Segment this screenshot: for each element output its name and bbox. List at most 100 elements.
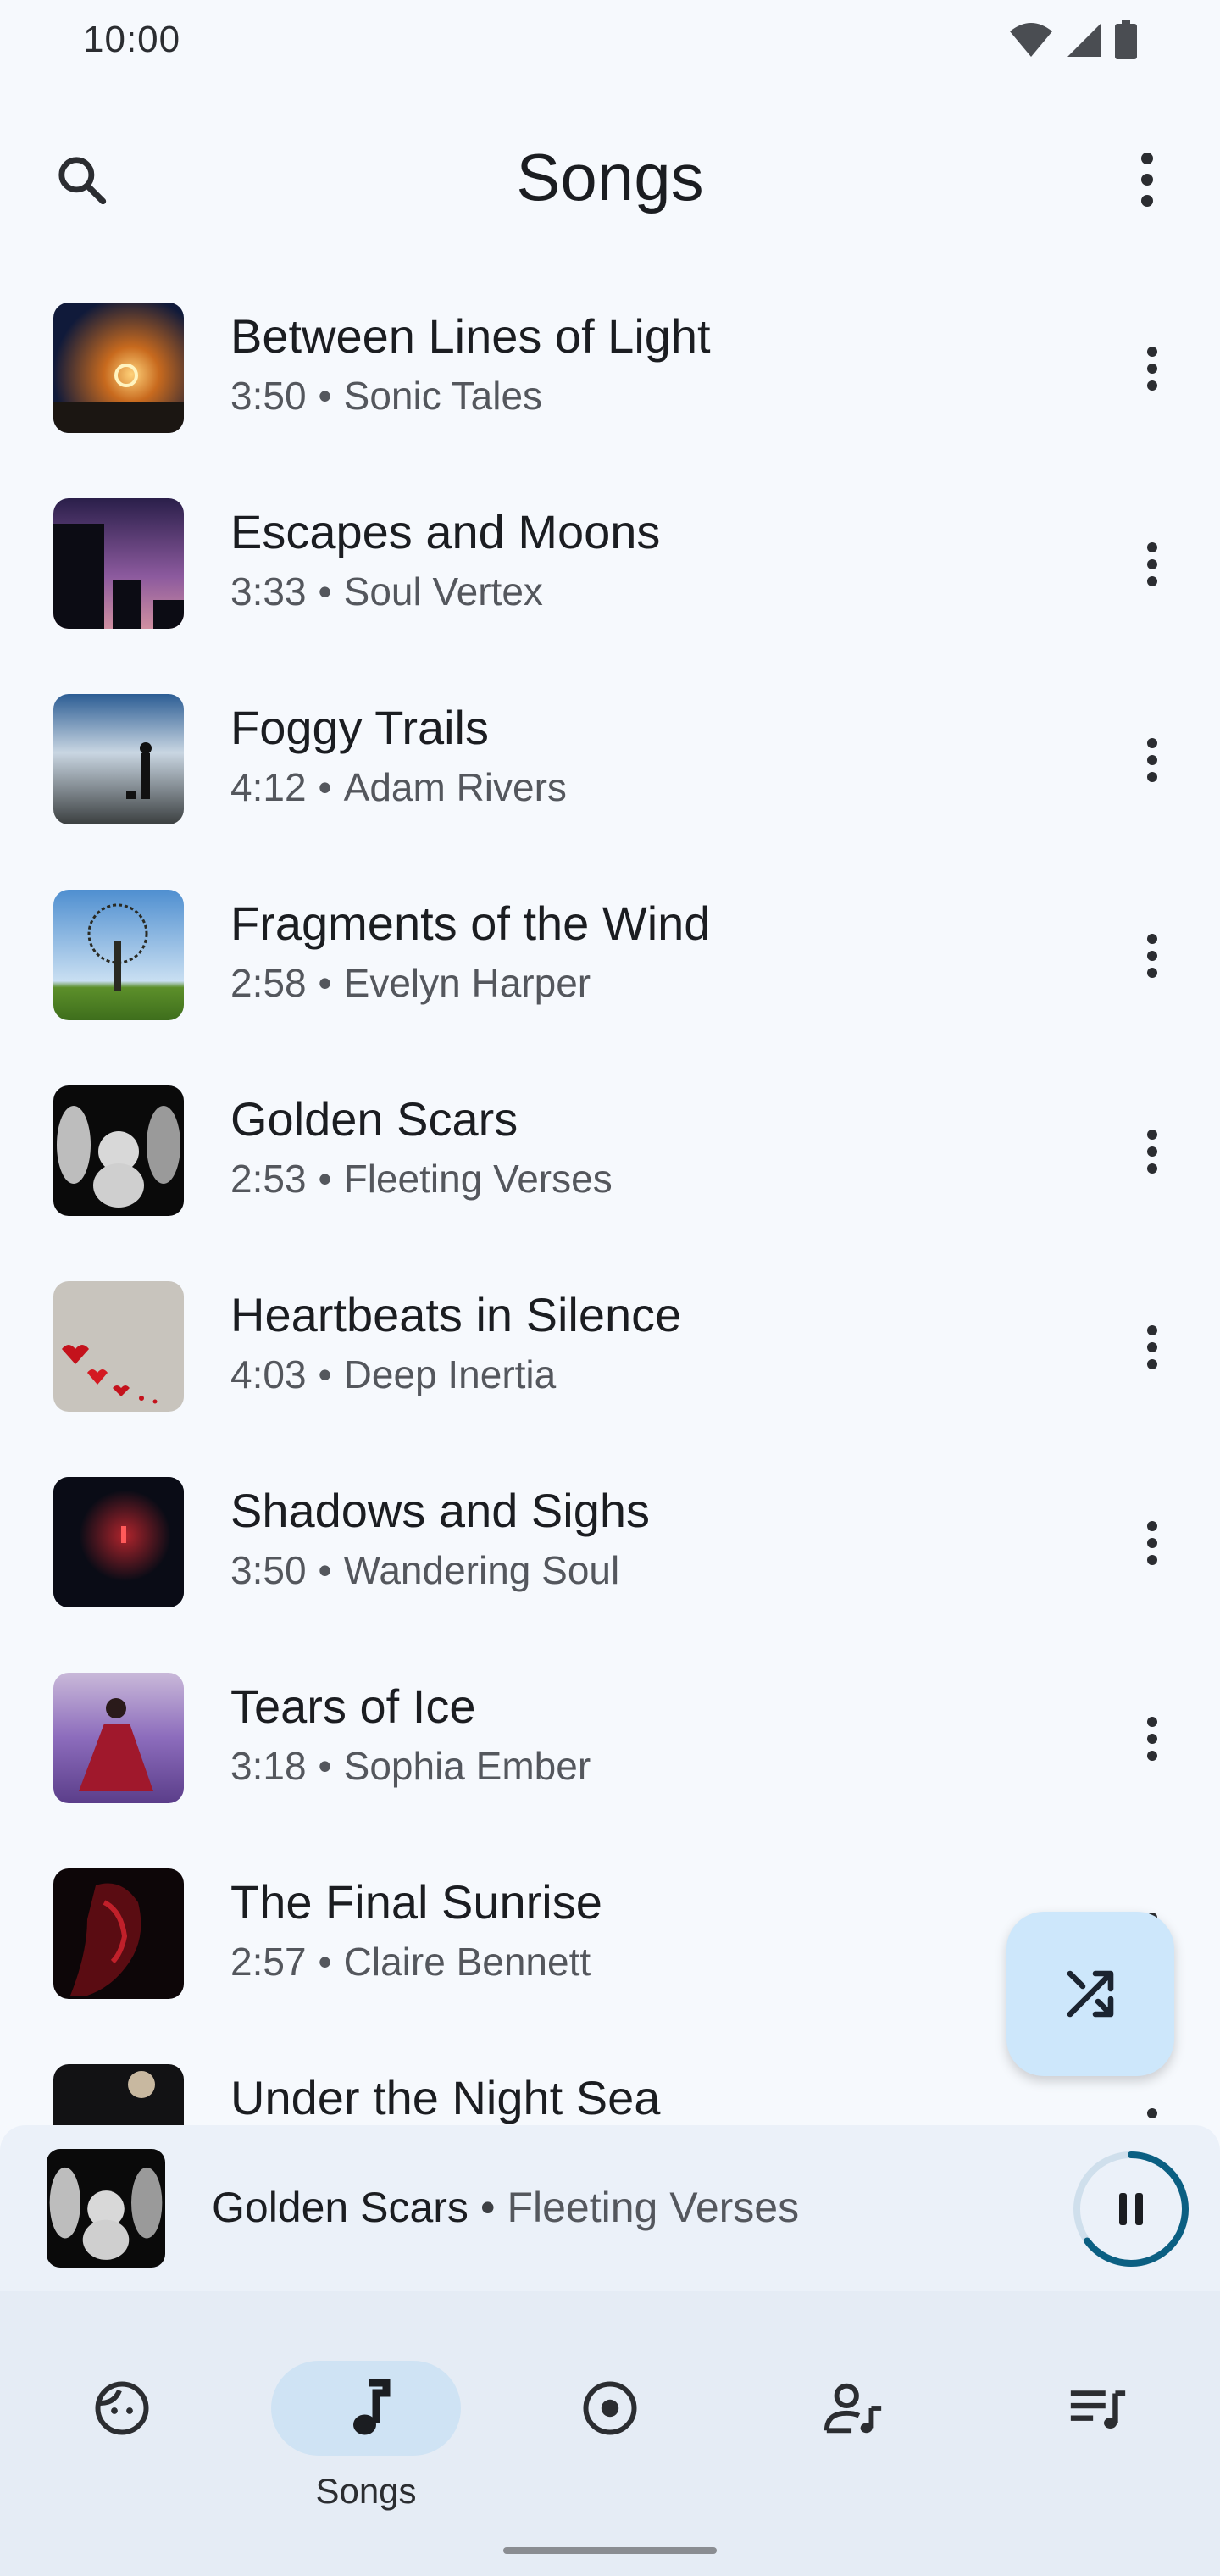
song-more-button[interactable] — [1118, 1505, 1186, 1581]
song-row[interactable]: Between Lines of Light 3:50 • Sonic Tales — [0, 288, 1220, 484]
separator-dot: • — [318, 1548, 332, 1592]
album-art — [53, 1868, 184, 1999]
song-row[interactable]: Escapes and Moons 3:33 • Soul Vertex — [0, 484, 1220, 680]
nav-label-songs: Songs — [315, 2471, 417, 2511]
now-playing-title: Golden Scars — [212, 2184, 469, 2231]
album-art — [53, 303, 184, 433]
separator-dot: • — [318, 1744, 332, 1788]
status-time: 10:00 — [83, 19, 181, 60]
battery-icon — [1115, 20, 1137, 59]
song-artist: Wandering Soul — [343, 1548, 620, 1592]
song-subtitle: 3:18 • Sophia Ember — [230, 1743, 591, 1789]
song-title: Escapes and Moons — [230, 505, 661, 558]
song-subtitle: 4:12 • Adam Rivers — [230, 764, 567, 810]
song-title: Fragments of the Wind — [230, 897, 711, 950]
nav-item-albums[interactable] — [488, 2325, 732, 2512]
song-more-button[interactable] — [1118, 1309, 1186, 1385]
nav-item-for-you[interactable] — [0, 2325, 244, 2512]
cellular-signal-icon — [1068, 23, 1101, 57]
song-artist: Adam Rivers — [343, 765, 567, 809]
song-title: Heartbeats in Silence — [230, 1288, 682, 1341]
overflow-menu-button[interactable] — [1110, 142, 1184, 217]
more-vertical-icon — [1147, 1325, 1157, 1369]
album-art — [53, 890, 184, 1020]
now-playing-artist: Fleeting Verses — [507, 2184, 800, 2231]
mini-player[interactable]: Golden Scars • Fleeting Verses — [0, 2125, 1220, 2291]
pause-button[interactable] — [1069, 2147, 1193, 2271]
song-more-button[interactable] — [1118, 2092, 1186, 2127]
song-more-button[interactable] — [1118, 918, 1186, 994]
song-artist: Sonic Tales — [343, 374, 543, 418]
home-indicator[interactable] — [503, 2547, 717, 2554]
song-more-button[interactable] — [1118, 330, 1186, 407]
album-art — [53, 1673, 184, 1803]
bottom-navigation: Songs — [0, 2291, 1220, 2576]
song-duration: 2:58 — [230, 961, 307, 1005]
artist-icon — [824, 2383, 882, 2434]
song-artist: Claire Bennett — [343, 1940, 591, 1984]
shuffle-fab[interactable] — [1006, 1912, 1174, 2076]
song-subtitle: 2:53 • Fleeting Verses — [230, 1156, 613, 1202]
song-row[interactable]: Fragments of the Wind 2:58 • Evelyn Harper — [0, 875, 1220, 1071]
more-vertical-icon — [1147, 1130, 1157, 1174]
face-icon — [95, 2381, 149, 2435]
pause-icon — [1119, 2193, 1143, 2225]
song-artist: Fleeting Verses — [343, 1157, 613, 1201]
song-subtitle: 2:57 • Claire Bennett — [230, 1939, 591, 1985]
song-subtitle: 3:33 • Soul Vertex — [230, 569, 543, 614]
more-vertical-icon — [1147, 347, 1157, 391]
song-list[interactable]: Between Lines of Light 3:50 • Sonic Tales … — [0, 288, 1220, 2127]
song-artist: Deep Inertia — [343, 1352, 557, 1396]
more-vertical-icon — [1141, 153, 1153, 207]
song-more-button[interactable] — [1118, 526, 1186, 602]
song-artist: Evelyn Harper — [343, 961, 591, 1005]
separator-dot: • — [318, 1940, 332, 1984]
shuffle-icon — [1067, 1970, 1114, 2018]
status-icons — [1008, 20, 1137, 59]
song-more-button[interactable] — [1118, 1701, 1186, 1777]
nav-item-playlists[interactable] — [976, 2325, 1220, 2512]
song-row[interactable]: Foggy Trails 4:12 • Adam Rivers — [0, 680, 1220, 875]
song-row[interactable]: Tears of Ice 3:18 • Sophia Ember — [0, 1658, 1220, 1854]
song-more-button[interactable] — [1118, 1113, 1186, 1190]
album-art — [53, 1085, 184, 1216]
song-duration: 2:53 — [230, 1157, 307, 1201]
more-vertical-icon — [1147, 1521, 1157, 1565]
album-art — [53, 498, 184, 629]
album-art — [53, 1477, 184, 1607]
song-artist: Soul Vertex — [343, 569, 543, 613]
separator-dot: • — [318, 961, 332, 1005]
song-row[interactable]: Golden Scars 2:53 • Fleeting Verses — [0, 1071, 1220, 1267]
now-playing-info: Golden Scars • Fleeting Verses — [212, 2183, 799, 2232]
separator-dot: • — [480, 2184, 496, 2231]
separator-dot: • — [318, 765, 332, 809]
wifi-icon — [1010, 23, 1052, 57]
song-title: Tears of Ice — [230, 1679, 476, 1733]
song-duration: 3:33 — [230, 569, 307, 613]
separator-dot: • — [318, 569, 332, 613]
nav-item-artists[interactable] — [732, 2325, 976, 2512]
song-duration: 4:03 — [230, 1352, 307, 1396]
playlist-icon — [1070, 2390, 1126, 2429]
song-title: Shadows and Sighs — [230, 1484, 651, 1537]
more-vertical-icon — [1147, 738, 1157, 782]
nav-item-songs[interactable]: Songs — [244, 2325, 488, 2512]
album-disc-icon — [583, 2381, 637, 2435]
song-title: Foggy Trails — [230, 701, 489, 754]
song-more-button[interactable] — [1118, 722, 1186, 798]
song-subtitle: 4:03 • Deep Inertia — [230, 1352, 556, 1397]
song-title: Between Lines of Light — [230, 309, 711, 363]
separator-dot: • — [318, 1352, 332, 1396]
song-title: Under the Night Sea — [230, 2071, 661, 2124]
song-duration: 3:50 — [230, 374, 307, 418]
album-art — [53, 694, 184, 824]
album-art — [53, 1281, 184, 1412]
song-row[interactable]: Shadows and Sighs 3:50 • Wandering Soul — [0, 1463, 1220, 1658]
song-artist: Sophia Ember — [343, 1744, 591, 1788]
more-vertical-icon — [1147, 542, 1157, 586]
song-duration: 2:57 — [230, 1940, 307, 1984]
status-bar: 10:00 — [0, 0, 1220, 85]
song-duration: 3:18 — [230, 1744, 307, 1788]
song-row[interactable]: Heartbeats in Silence 4:03 • Deep Inertia — [0, 1267, 1220, 1463]
more-vertical-icon — [1147, 934, 1157, 978]
